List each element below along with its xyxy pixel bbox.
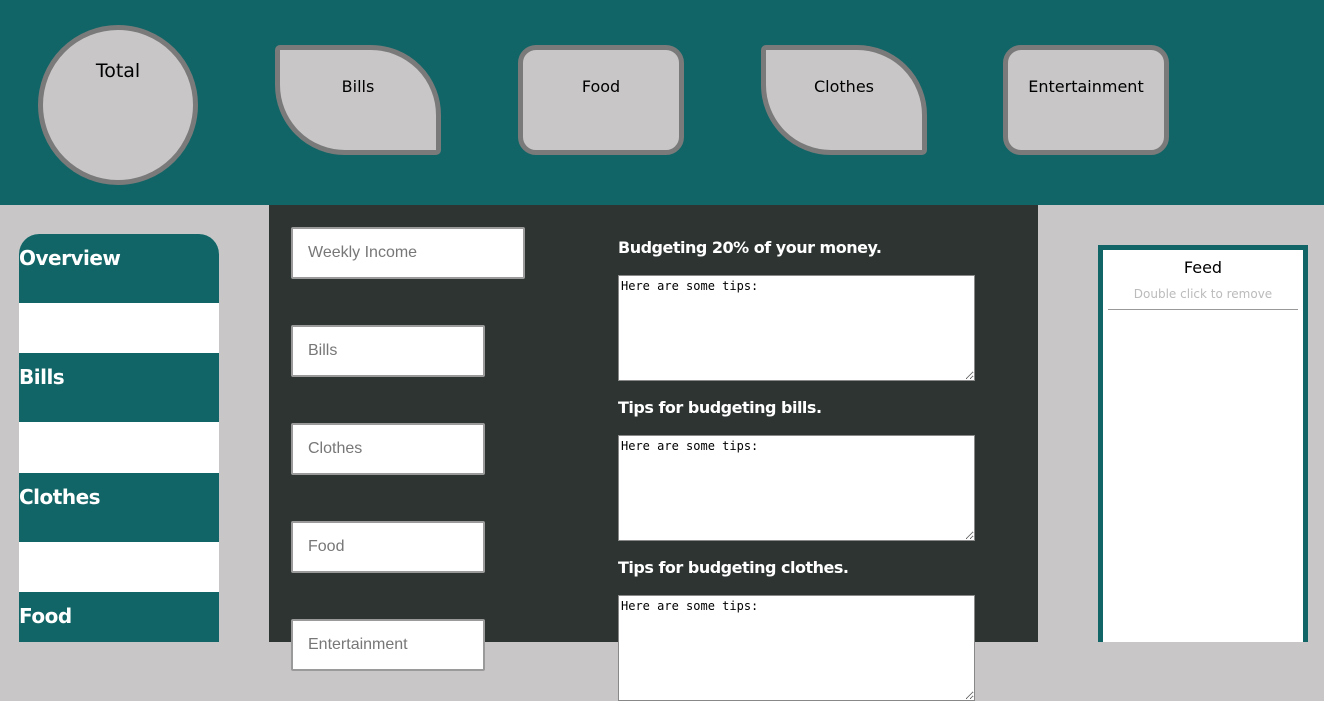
bills-bubble[interactable]: Bills — [275, 45, 441, 155]
total-bubble[interactable]: Total — [38, 25, 198, 185]
tip-textarea-bills[interactable]: Here are some tips: — [618, 435, 975, 541]
food-label: Food — [581, 77, 621, 96]
feed-hint: Double click to remove — [1133, 287, 1273, 301]
entertainment-label: Entertainment — [1028, 77, 1144, 96]
entertainment-input[interactable] — [291, 619, 485, 671]
tip-textarea-general[interactable]: Here are some tips: — [618, 275, 975, 381]
budget-panel: Budgeting 20% of your money. Here are so… — [269, 205, 1038, 701]
tip-label-general: Budgeting 20% of your money. — [618, 238, 882, 257]
sidebar-item-label: Clothes — [19, 485, 101, 509]
clothes-input[interactable] — [291, 423, 485, 475]
food-input[interactable] — [291, 521, 485, 573]
sidebar-item-food[interactable]: Food — [19, 592, 219, 642]
tip-label-clothes: Tips for budgeting clothes. — [618, 558, 849, 577]
weekly-income-input[interactable] — [291, 227, 525, 279]
top-banner: Total Bills Food Clothes Entertainment — [0, 0, 1324, 205]
sidebar-item-clothes[interactable]: Clothes — [19, 473, 219, 542]
tip-textarea-clothes[interactable]: Here are some tips: — [618, 595, 975, 701]
feed-title: Feed — [1183, 258, 1223, 277]
feed-panel[interactable]: Feed Double click to remove — [1098, 245, 1308, 642]
tip-label-bills: Tips for budgeting bills. — [618, 398, 822, 417]
bills-input[interactable] — [291, 325, 485, 377]
sidebar-item-label: Food — [19, 604, 72, 628]
feed-divider — [1108, 309, 1298, 310]
sidebar-nav: Overview Bills Clothes Food — [19, 234, 219, 642]
clothes-bubble[interactable]: Clothes — [761, 45, 927, 155]
sidebar-item-overview[interactable]: Overview — [19, 234, 219, 303]
sidebar-item-bills[interactable]: Bills — [19, 353, 219, 422]
entertainment-bubble[interactable]: Entertainment — [1003, 45, 1169, 155]
clothes-label: Clothes — [814, 77, 874, 96]
food-bubble[interactable]: Food — [518, 45, 684, 155]
total-label: Total — [95, 60, 141, 82]
sidebar-item-label: Overview — [19, 246, 121, 270]
bills-label: Bills — [341, 77, 375, 96]
sidebar-item-label: Bills — [19, 365, 65, 389]
